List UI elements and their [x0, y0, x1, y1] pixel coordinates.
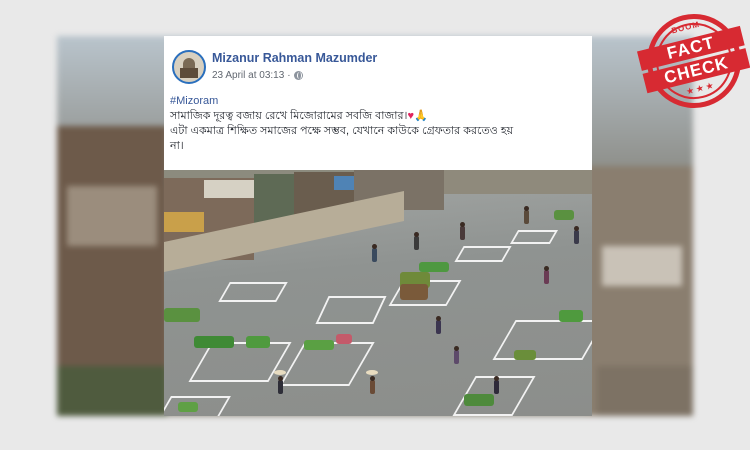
post-body: #Mizoram সামাজিক দূরত্ব বজায় রেখে মিজোর… [170, 94, 588, 154]
vegetable-pile [559, 310, 583, 322]
shopper [372, 244, 377, 262]
vegetable-pile [464, 394, 494, 406]
vendor [370, 376, 375, 394]
vendor-square [454, 246, 512, 262]
vegetable-pile [178, 402, 198, 412]
post-meta: 23 April at 03:13 · [212, 70, 303, 81]
vegetable-pile [304, 340, 334, 350]
vegetable-pile [194, 336, 234, 348]
vegetable-pile [246, 336, 270, 348]
shopper [460, 222, 465, 240]
post-photo[interactable] [164, 170, 592, 416]
pray-icon: 🙏 [413, 110, 428, 122]
post-line-3: না। [170, 140, 184, 152]
avatar[interactable] [172, 50, 206, 84]
vendor-square [218, 282, 288, 302]
author-name[interactable]: Mizanur Rahman Mazumder [212, 51, 377, 65]
post-line-1: সামাজিক দূরত্ব বজায় রেখে মিজোরামের সবজি… [170, 110, 428, 122]
shopper [574, 226, 579, 244]
shopper [414, 232, 419, 250]
post-timestamp[interactable]: 23 April at 03:13 [212, 70, 284, 81]
shopper [524, 206, 529, 224]
post-line-2: এটা একমাত্র শিক্ষিত সমাজের পক্ষে সম্ভব, … [170, 125, 514, 137]
post-header: Mizanur Rahman Mazumder 23 April at 03:1… [164, 36, 592, 91]
shopper [454, 346, 459, 364]
vegetable-pile [514, 350, 536, 360]
vendor [278, 376, 283, 394]
hashtag-link[interactable]: #Mizoram [170, 94, 588, 109]
shopper [544, 266, 549, 284]
shopper [436, 316, 441, 334]
vendor-cart [400, 284, 428, 300]
vegetable-pile [554, 210, 574, 220]
facebook-post-card: Mizanur Rahman Mazumder 23 April at 03:1… [164, 36, 592, 416]
globe-icon [293, 71, 303, 80]
vegetable-pile [164, 308, 200, 322]
vegetable-pile [336, 334, 352, 344]
shopper [494, 376, 499, 394]
vendor-square [509, 230, 559, 244]
vegetable-pile [419, 262, 449, 272]
